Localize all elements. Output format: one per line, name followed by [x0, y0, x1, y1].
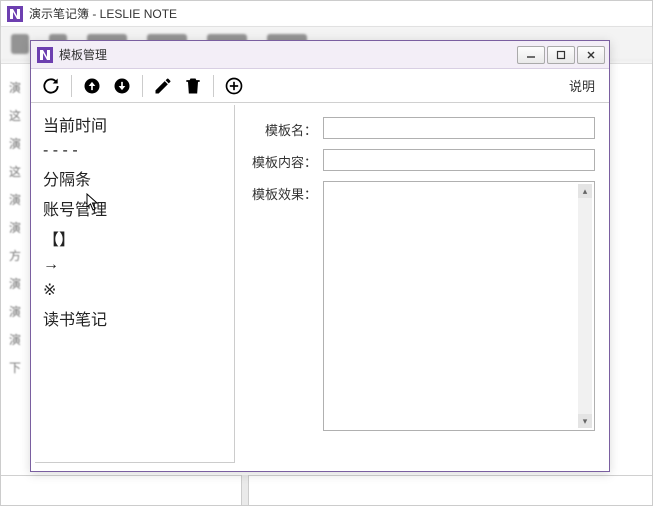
list-item[interactable]: 分隔条 [41, 163, 228, 193]
list-item[interactable]: - - - - [41, 139, 228, 163]
scrollbar[interactable]: ▴ ▾ [578, 184, 592, 428]
dialog-title: 模板管理 [59, 46, 511, 63]
list-item[interactable]: 当前时间 [41, 109, 228, 139]
splitter-handle[interactable] [241, 475, 249, 505]
toolbar-separator [142, 75, 143, 97]
list-item[interactable]: 读书笔记 [41, 303, 228, 333]
refresh-button[interactable] [39, 74, 63, 98]
name-label: 模板名： [245, 117, 317, 139]
app-icon [7, 6, 23, 22]
toolbar-separator [71, 75, 72, 97]
minimize-button[interactable] [517, 46, 545, 64]
move-up-button[interactable] [80, 74, 104, 98]
main-sidebar-blur: 演这演这演演方演演演下 [9, 74, 27, 454]
form-area: 模板名： 模板内容： 模板效果： ▴ ▾ [235, 103, 609, 471]
help-link[interactable]: 说明 [569, 76, 595, 95]
maximize-button[interactable] [547, 46, 575, 64]
main-titlebar: 演示笔记簿 - LESLIE NOTE [1, 1, 652, 27]
template-manager-dialog: 模板管理 [30, 40, 610, 472]
dialog-toolbar: 说明 [31, 69, 609, 103]
scroll-down-icon[interactable]: ▾ [578, 414, 592, 428]
app-icon [37, 47, 53, 63]
list-item[interactable]: ※ [41, 277, 228, 303]
effect-label: 模板效果： [245, 181, 317, 203]
dialog-titlebar[interactable]: 模板管理 [31, 41, 609, 69]
main-statusbar [1, 475, 652, 505]
template-name-input[interactable] [323, 117, 595, 139]
list-item[interactable]: 【】 [41, 223, 228, 253]
scroll-up-icon[interactable]: ▴ [578, 184, 592, 198]
list-item[interactable]: 账号管理 [41, 193, 228, 223]
toolbar-separator [213, 75, 214, 97]
main-window-title: 演示笔记簿 - LESLIE NOTE [29, 5, 177, 22]
template-list[interactable]: 当前时间 - - - - 分隔条 账号管理 【】 → ※ 读书笔记 [35, 105, 235, 463]
add-button[interactable] [222, 74, 246, 98]
close-button[interactable] [577, 46, 605, 64]
delete-button[interactable] [181, 74, 205, 98]
template-content-input[interactable] [323, 149, 595, 171]
edit-button[interactable] [151, 74, 175, 98]
content-label: 模板内容： [245, 149, 317, 171]
list-item[interactable]: → [41, 253, 228, 277]
move-down-button[interactable] [110, 74, 134, 98]
template-effect-preview: ▴ ▾ [323, 181, 595, 431]
